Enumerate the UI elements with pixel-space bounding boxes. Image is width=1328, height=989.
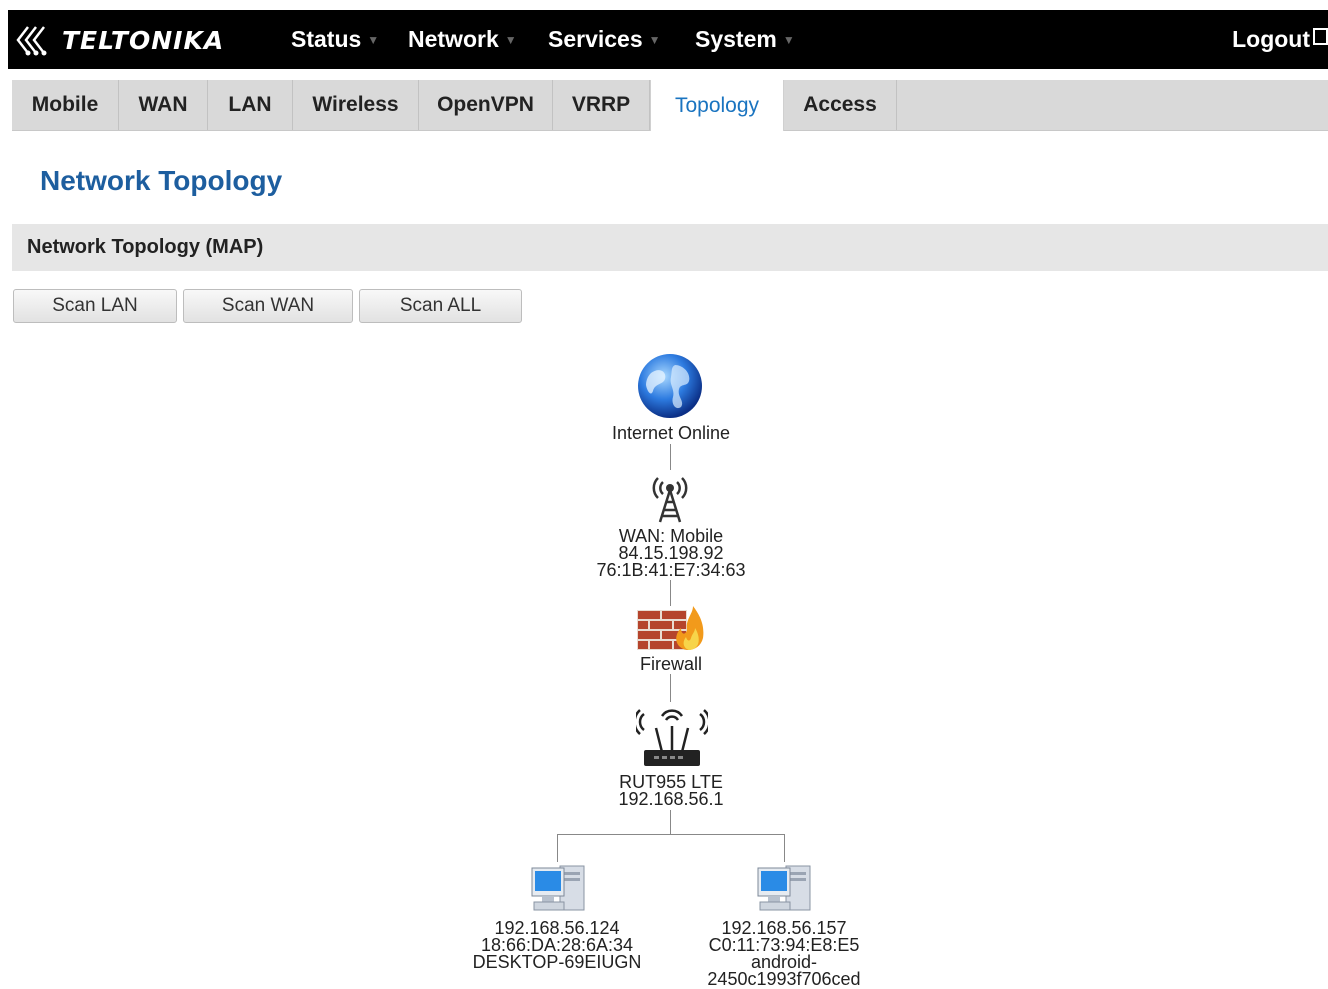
connector-line <box>670 810 671 834</box>
tab-wan[interactable]: WAN <box>119 80 208 130</box>
logout-button[interactable]: Logout <box>1232 10 1328 69</box>
tab-topology[interactable]: Topology <box>650 80 784 131</box>
scan-wan-button[interactable]: Scan WAN <box>183 289 353 323</box>
teltonika-logo[interactable]: TELTONIKA <box>14 20 224 60</box>
caret-down-icon: ▼ <box>648 32 661 47</box>
router-icon[interactable] <box>636 704 708 768</box>
caret-down-icon: ▼ <box>504 32 517 47</box>
menu-network-label: Network <box>408 26 499 52</box>
firewall-icon[interactable] <box>637 604 705 650</box>
menu-services-label: Services <box>548 26 643 52</box>
menu-status-label: Status <box>291 26 362 52</box>
connector-line <box>670 674 671 702</box>
page-title: Network Topology <box>40 165 283 196</box>
menu-services[interactable]: Services ▼ <box>548 10 661 69</box>
client-hostname-label-cont: 2450c1993f706ced <box>707 969 861 989</box>
connector-line <box>670 580 671 606</box>
menu-status[interactable]: Status ▼ <box>291 10 379 69</box>
top-navigation-bar: TELTONIKA Status ▼ Network ▼ Services ▼ Sys… <box>8 10 1328 69</box>
router-ip-label: 192.168.56.1 <box>618 789 724 809</box>
tab-mobile[interactable]: Mobile <box>12 80 119 130</box>
scan-lan-button[interactable]: Scan LAN <box>13 289 177 323</box>
menu-network[interactable]: Network ▼ <box>408 10 517 69</box>
connector-line <box>557 834 558 862</box>
connector-line <box>670 444 671 470</box>
internet-status-label: Internet Online <box>611 423 731 443</box>
connector-line <box>784 834 785 862</box>
brand-name: TELTONIKA <box>62 25 225 55</box>
globe-icon[interactable] <box>637 353 703 419</box>
computer-icon[interactable] <box>756 862 812 916</box>
caret-down-icon: ▼ <box>367 32 380 47</box>
sub-tab-bar: Mobile WAN LAN Wireless OpenVPN VRRP Top… <box>12 80 1328 131</box>
cell-tower-icon[interactable] <box>648 472 692 524</box>
tab-wireless[interactable]: Wireless <box>293 80 419 130</box>
section-title: Network Topology (MAP) <box>27 236 264 258</box>
tab-lan[interactable]: LAN <box>208 80 293 130</box>
menu-system[interactable]: System ▼ <box>695 10 795 69</box>
wan-mac-label: 76:1B:41:E7:34:63 <box>596 560 746 580</box>
menu-system-label: System <box>695 26 777 52</box>
firewall-label: Firewall <box>639 654 702 674</box>
tab-access[interactable]: Access <box>784 80 897 130</box>
teltonika-logo-icon <box>16 26 47 56</box>
section-header: Network Topology (MAP) <box>12 224 1328 271</box>
logout-label: Logout <box>1232 26 1310 52</box>
scan-all-button[interactable]: Scan ALL <box>359 289 522 323</box>
logout-icon <box>1313 28 1328 45</box>
tab-openvpn[interactable]: OpenVPN <box>419 80 553 130</box>
computer-icon[interactable] <box>530 862 586 916</box>
tab-vrrp[interactable]: VRRP <box>553 80 650 130</box>
caret-down-icon: ▼ <box>782 32 795 47</box>
connector-line <box>557 834 785 835</box>
